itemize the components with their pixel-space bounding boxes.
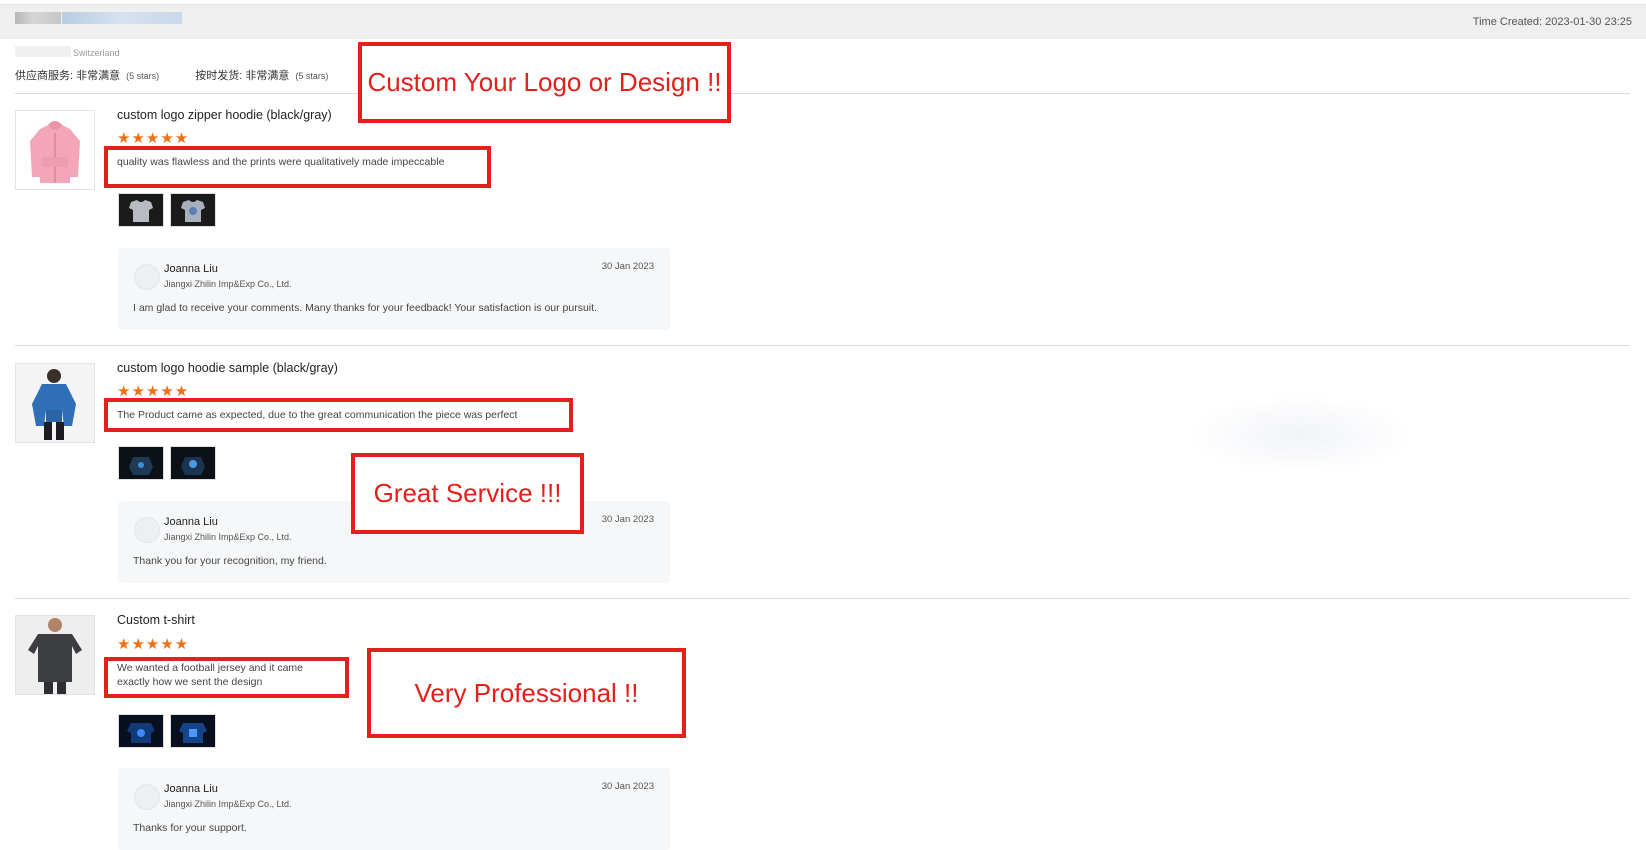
rating-service-label: 供应商服务: 非常满意 xyxy=(15,70,121,82)
callout-great-service: Great Service !!! xyxy=(351,453,584,534)
product-thumbnail-pink-hoodie[interactable] xyxy=(15,110,95,190)
buyer-country: Switzerland xyxy=(73,48,120,58)
reply-date: 30 Jan 2023 xyxy=(601,261,654,272)
review-highlight-box xyxy=(104,657,349,698)
callout-very-professional: Very Professional !! xyxy=(367,648,686,738)
rating-service-stars: (5 stars) xyxy=(126,71,160,81)
rating-stars: ★★★★★ xyxy=(117,383,190,400)
top-bar xyxy=(0,4,1646,39)
rating-delivery-label: 按时发货: 非常满意 xyxy=(195,70,290,82)
seller-company: Jiangxi Zhilin Imp&Exp Co., Ltd. xyxy=(164,279,292,289)
reply-text: I am glad to receive your comments. Many… xyxy=(133,302,597,314)
divider xyxy=(15,345,1630,346)
product-title[interactable]: custom logo hoodie sample (black/gray) xyxy=(117,361,338,375)
time-created: Time Created: 2023-01-30 23:25 xyxy=(1472,16,1632,28)
seller-avatar xyxy=(134,264,160,290)
blurred-buyer-name xyxy=(62,12,182,24)
review-photo-1[interactable] xyxy=(118,193,164,227)
divider xyxy=(15,93,1630,94)
reply-text: Thank you for your recognition, my frien… xyxy=(133,555,327,567)
seller-company: Jiangxi Zhilin Imp&Exp Co., Ltd. xyxy=(164,799,292,809)
background-glare xyxy=(1185,395,1415,475)
product-thumbnail-blue-hoodie[interactable] xyxy=(15,363,95,443)
review-photo-2[interactable] xyxy=(170,714,216,748)
seller-name: Joanna Liu xyxy=(164,263,218,275)
blurred-buyer-avatar xyxy=(15,12,61,24)
reply-date: 30 Jan 2023 xyxy=(601,514,654,525)
seller-avatar xyxy=(134,517,160,543)
review-photo-2[interactable] xyxy=(170,193,216,227)
product-title[interactable]: Custom t-shirt xyxy=(117,613,195,627)
product-title[interactable]: custom logo zipper hoodie (black/gray) xyxy=(117,108,332,122)
rating-delivery-stars: (5 stars) xyxy=(295,71,329,81)
seller-avatar xyxy=(134,784,160,810)
blurred-buyer-flag xyxy=(15,46,71,57)
seller-reply: Joanna Liu Jiangxi Zhilin Imp&Exp Co., L… xyxy=(118,248,670,330)
reply-date: 30 Jan 2023 xyxy=(601,781,654,792)
review-photo-2[interactable] xyxy=(170,446,216,480)
product-thumbnail-tshirt[interactable] xyxy=(15,615,95,695)
review-photo-1[interactable] xyxy=(118,714,164,748)
review-highlight-box xyxy=(104,146,491,188)
seller-name: Joanna Liu xyxy=(164,783,218,795)
review-photo-1[interactable] xyxy=(118,446,164,480)
reply-text: Thanks for your support. xyxy=(133,822,247,834)
seller-name: Joanna Liu xyxy=(164,516,218,528)
divider xyxy=(15,598,1630,599)
seller-company: Jiangxi Zhilin Imp&Exp Co., Ltd. xyxy=(164,532,292,542)
seller-reply: Joanna Liu Jiangxi Zhilin Imp&Exp Co., L… xyxy=(118,768,670,850)
rating-stars: ★★★★★ xyxy=(117,130,190,147)
supplier-ratings: 供应商服务: 非常满意 (5 stars) 按时发货: 非常满意 (5 stars) xyxy=(15,67,328,83)
callout-custom-logo: Custom Your Logo or Design !! xyxy=(358,42,731,123)
review-highlight-box xyxy=(104,398,573,432)
rating-stars: ★★★★★ xyxy=(117,636,190,653)
